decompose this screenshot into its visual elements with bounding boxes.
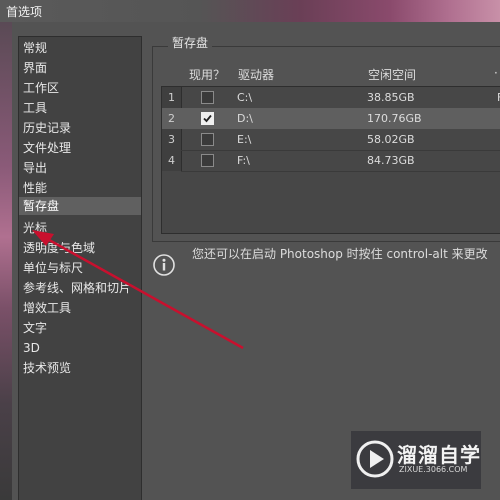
sidebar-item-file-handling[interactable]: 文件处理 <box>19 139 141 157</box>
active-column-header: 现用？ <box>189 68 226 82</box>
scratch-disks-group-title: 暂存盘 <box>168 36 213 50</box>
sidebar-item-technology-previews[interactable]: 技术预览 <box>19 359 141 377</box>
preferences-sidebar: 常规 界面 工作区 工具 历史记录 文件处理 导出 性能 暂存盘 光标 透明度与… <box>18 36 142 500</box>
active-checkbox[interactable] <box>201 133 214 146</box>
play-logo-icon <box>356 440 394 478</box>
row-number: 2 <box>168 112 175 125</box>
row-number: 1 <box>168 91 175 104</box>
drive-name: D:\ <box>237 112 253 125</box>
drive-name: C:\ <box>237 91 253 104</box>
info-icon <box>153 254 175 276</box>
sidebar-item-performance[interactable]: 性能 <box>19 179 141 197</box>
sidebar-item-transparency-gamut[interactable]: 透明度与色域 <box>19 239 141 257</box>
active-checkbox[interactable] <box>201 91 214 104</box>
sidebar-item-interface[interactable]: 界面 <box>19 59 141 77</box>
sidebar-item-history[interactable]: 历史记录 <box>19 119 141 137</box>
free-space-value: 38.85GB <box>367 91 415 104</box>
row-number: 4 <box>168 154 175 167</box>
watermark-brand: 溜溜自学 <box>397 443 481 467</box>
title-bar: 首选项 <box>0 0 500 22</box>
scratch-disk-row[interactable]: 3 E:\ 58.02GB <box>162 129 500 150</box>
sidebar-item-workspace[interactable]: 工作区 <box>19 79 141 97</box>
watermark: 溜溜自学 ZIXUE.3066.COM <box>351 431 481 489</box>
free-space-value: 58.02GB <box>367 133 415 146</box>
sidebar-item-units-rulers[interactable]: 单位与标尺 <box>19 259 141 277</box>
row-divider <box>181 171 500 172</box>
checkmark-icon <box>203 114 212 123</box>
drive-name: E:\ <box>237 133 252 146</box>
sidebar-item-plugins[interactable]: 增效工具 <box>19 299 141 317</box>
row-number: 3 <box>168 133 175 146</box>
free-space-value: 170.76GB <box>367 112 422 125</box>
sidebar-item-type[interactable]: 文字 <box>19 319 141 337</box>
extra-column-header: · <box>494 66 498 80</box>
sidebar-item-3d[interactable]: 3D <box>19 339 141 357</box>
watermark-url: ZIXUE.3066.COM <box>399 465 468 474</box>
scratch-disk-row[interactable]: 1 C:\ 38.85GB F <box>162 87 500 108</box>
scratch-disk-row[interactable]: 4 F:\ 84.73GB <box>162 150 500 171</box>
preferences-dialog: 首选项 常规 界面 工作区 工具 历史记录 文件处理 导出 性能 暂存盘 光标 … <box>0 0 500 500</box>
sidebar-item-general[interactable]: 常规 <box>19 39 141 57</box>
scratch-disk-row[interactable]: 2 D:\ 170.76GB <box>162 108 500 129</box>
sidebar-item-scratch-disks[interactable]: 暂存盘 <box>19 197 141 215</box>
window-title: 首选项 <box>6 5 43 19</box>
sidebar-item-tools[interactable]: 工具 <box>19 99 141 117</box>
info-message: 您还可以在启动 Photoshop 时按住 control-alt 来更改 <box>192 247 488 261</box>
sidebar-item-export[interactable]: 导出 <box>19 159 141 177</box>
sidebar-item-guides-grid-slices[interactable]: 参考线、网格和切片 <box>19 279 141 297</box>
free-space-value: 84.73GB <box>367 154 415 167</box>
active-checkbox[interactable] <box>201 112 214 125</box>
drive-name: F:\ <box>237 154 250 167</box>
sidebar-item-cursors[interactable]: 光标 <box>19 219 141 237</box>
drive-column-header: 驱动器 <box>238 68 275 82</box>
free-space-column-header: 空闲空间 <box>368 68 417 82</box>
background-strip <box>0 22 12 500</box>
active-checkbox[interactable] <box>201 154 214 167</box>
